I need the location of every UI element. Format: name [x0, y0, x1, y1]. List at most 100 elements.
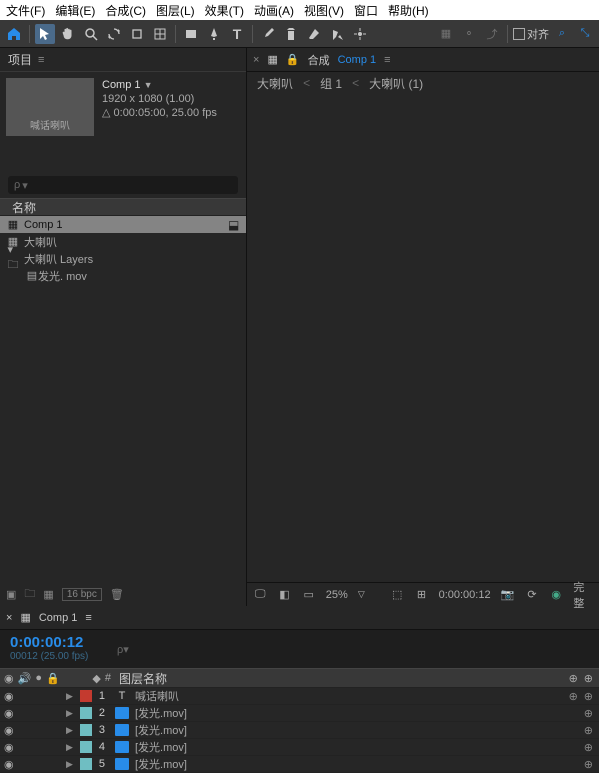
visibility-toggle[interactable]: ◉	[4, 758, 16, 771]
menu-composition[interactable]: 合成(C)	[105, 2, 146, 19]
search-icon[interactable]: ⌕	[552, 24, 572, 44]
lock-icon[interactable]: 🔒	[286, 53, 300, 66]
expand-layer-icon[interactable]: ▶	[66, 725, 73, 736]
interpret-icon[interactable]: ▣	[6, 588, 16, 601]
panel-menu-icon[interactable]: ≡	[85, 612, 91, 624]
visibility-toggle[interactable]: ◉	[4, 690, 16, 703]
rectangle-tool[interactable]	[181, 24, 201, 44]
expand-icon[interactable]: ⤡	[575, 24, 595, 44]
bpc-toggle[interactable]: 16 bpc	[62, 588, 102, 601]
breadcrumb-item[interactable]: 组 1	[320, 75, 342, 92]
label-swatch[interactable]	[80, 724, 92, 736]
rotation-tool[interactable]	[127, 24, 147, 44]
dropdown-icon[interactable]: ▼	[144, 80, 153, 90]
grid-icon[interactable]: ⊞	[414, 587, 428, 603]
menu-window[interactable]: 窗口	[354, 2, 378, 19]
switch-icon[interactable]: ⊕	[584, 724, 593, 737]
refresh-icon[interactable]: ⟳	[525, 587, 539, 603]
new-comp-icon[interactable]: ▦	[43, 588, 53, 601]
comp-thumbnail[interactable]: 喊话喇叭	[6, 78, 94, 136]
layer-name-column[interactable]: 图层名称	[115, 670, 167, 687]
switches-column-icon[interactable]: ⊕	[584, 672, 593, 685]
puppet-tool[interactable]	[350, 24, 370, 44]
menu-help[interactable]: 帮助(H)	[388, 2, 429, 19]
menu-file[interactable]: 文件(F)	[6, 2, 45, 19]
home-button[interactable]	[4, 24, 24, 44]
menu-effect[interactable]: 效果(T)	[205, 2, 244, 19]
chevron-down-icon[interactable]: ▽	[358, 589, 365, 600]
switch-icon[interactable]: ⊕	[569, 690, 578, 703]
timeline-layer[interactable]: ◉ ▶ 1 T 喊话喇叭 ⊕⊕	[0, 688, 599, 705]
label-swatch[interactable]	[80, 707, 92, 719]
switch-icon[interactable]: ⊕	[584, 707, 593, 720]
new-folder-icon[interactable]: 🗀	[24, 585, 35, 604]
switch-icon[interactable]: ⊕	[584, 690, 593, 703]
pen-tool[interactable]	[204, 24, 224, 44]
eye-column-icon[interactable]: ◉	[4, 672, 14, 685]
visibility-toggle[interactable]: ◉	[4, 741, 16, 754]
timecode[interactable]: 0:00:00:12	[10, 634, 105, 651]
switch-icon[interactable]: ⊕	[584, 758, 593, 771]
visibility-toggle[interactable]: ◉	[4, 724, 16, 737]
zoom-tool[interactable]	[81, 24, 101, 44]
parent-column-icon[interactable]: ⊕	[569, 672, 578, 685]
display-icon[interactable]: 🖵	[253, 587, 267, 603]
breadcrumb-item[interactable]: 大喇叭	[257, 75, 293, 92]
expand-layer-icon[interactable]: ▶	[66, 759, 73, 770]
flowchart-icon[interactable]: ⬓	[228, 218, 242, 232]
audio-column-icon[interactable]: 🔊	[18, 672, 32, 685]
expand-layer-icon[interactable]: ▶	[66, 742, 73, 753]
timeline-search-icon[interactable]: ρ▾	[117, 643, 129, 656]
number-column[interactable]: #	[105, 672, 111, 684]
breadcrumb-item[interactable]: 大喇叭 (1)	[369, 75, 423, 92]
orbit-tool[interactable]	[104, 24, 124, 44]
expand-layer-icon[interactable]: ▶	[66, 691, 73, 702]
resolution-icon[interactable]: ⬚	[390, 587, 404, 603]
timeline-layer[interactable]: ◉ ▶ 5 [发光.mov] ⊕	[0, 756, 599, 773]
project-item[interactable]: ▤发光. mov	[0, 267, 246, 284]
text-tool[interactable]: T	[227, 24, 247, 44]
zoom-level[interactable]: 25%	[326, 589, 348, 601]
timeline-layer[interactable]: ◉ ▶ 3 [发光.mov] ⊕	[0, 722, 599, 739]
visibility-toggle[interactable]: ◉	[4, 707, 16, 720]
switch-icon[interactable]: ⊕	[584, 741, 593, 754]
panel-menu-icon[interactable]: ≡	[38, 54, 44, 66]
project-item[interactable]: ▾ 🗀大喇叭 Layers	[0, 250, 246, 267]
label-swatch[interactable]	[80, 690, 92, 702]
color-icon[interactable]: ◉	[549, 587, 563, 603]
close-tab-icon[interactable]: ×	[6, 612, 12, 624]
roto-tool[interactable]	[327, 24, 347, 44]
menu-view[interactable]: 视图(V)	[304, 2, 344, 19]
grid-icon[interactable]: ▦	[436, 24, 456, 44]
eraser-tool[interactable]	[304, 24, 324, 44]
composition-viewer[interactable]	[247, 94, 599, 582]
menu-layer[interactable]: 图层(L)	[156, 2, 195, 19]
resolution-label[interactable]: 完整	[573, 579, 593, 611]
menu-edit[interactable]: 编辑(E)	[55, 2, 95, 19]
solo-column-icon[interactable]: ●	[35, 672, 42, 684]
label-swatch[interactable]	[80, 758, 92, 770]
project-search[interactable]: ρ▾	[8, 176, 238, 194]
align-toggle[interactable]: 对齐	[513, 26, 549, 42]
close-tab-icon[interactable]: ×	[253, 54, 259, 66]
brush-tool[interactable]	[258, 24, 278, 44]
project-column-header[interactable]: 名称	[0, 198, 246, 216]
share-icon[interactable]: ⤴	[482, 24, 502, 44]
menu-animation[interactable]: 动画(A)	[254, 2, 294, 19]
selection-tool[interactable]	[35, 24, 55, 44]
label-swatch[interactable]	[80, 741, 92, 753]
current-time[interactable]: 0:00:00:12	[439, 589, 491, 601]
project-item[interactable]: ▦Comp 1⬓	[0, 216, 246, 233]
trash-icon[interactable]: 🗑	[110, 588, 124, 601]
panel-menu-icon[interactable]: ≡	[384, 54, 390, 66]
anchor-tool[interactable]	[150, 24, 170, 44]
snapshot-icon[interactable]: 📷	[501, 587, 515, 603]
node-icon[interactable]: ⚬	[459, 24, 479, 44]
lock-column-icon[interactable]: 🔒	[46, 672, 60, 685]
expand-layer-icon[interactable]: ▶	[66, 708, 73, 719]
label-column-icon[interactable]: ◆	[92, 672, 100, 685]
hand-tool[interactable]	[58, 24, 78, 44]
project-item[interactable]: ▦大喇叭	[0, 233, 246, 250]
timeline-tab-name[interactable]: Comp 1	[39, 612, 78, 624]
comp-tab-name[interactable]: Comp 1	[338, 54, 377, 66]
